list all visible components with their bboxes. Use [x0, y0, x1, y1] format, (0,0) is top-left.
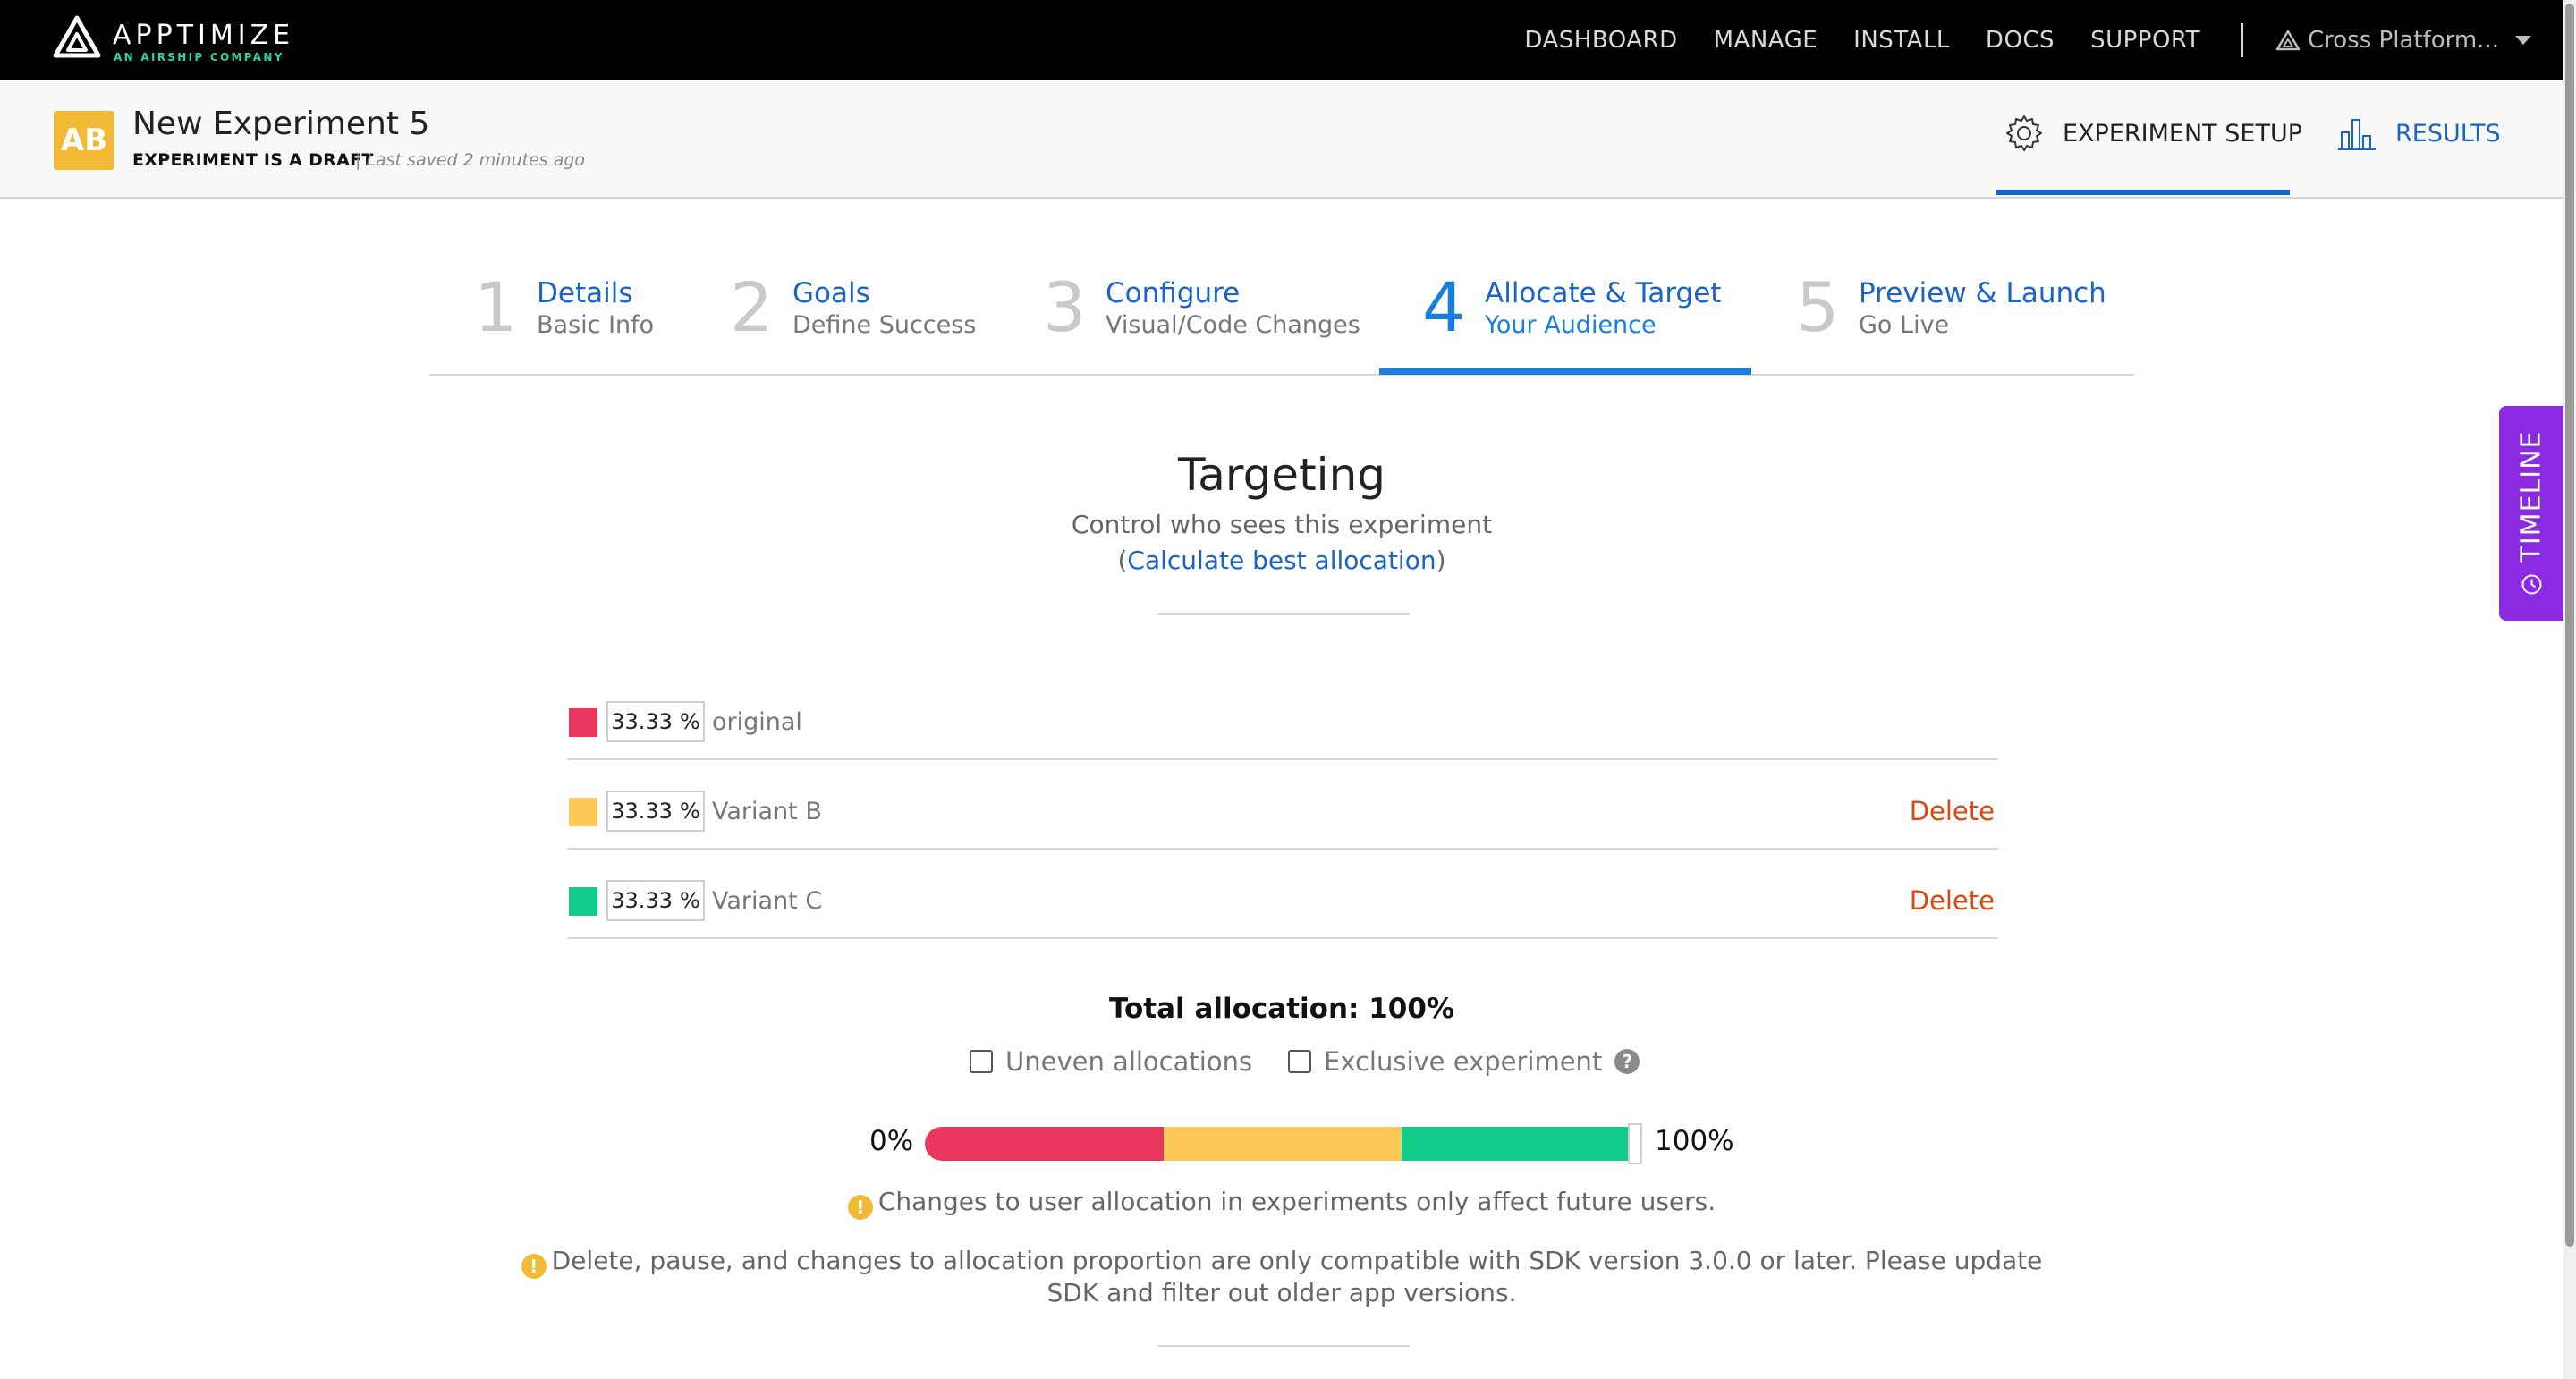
warning-text: SDK and filter out older app versions. [1046, 1278, 1517, 1307]
platform-icon [2275, 30, 2301, 51]
variant-color-swatch [569, 708, 597, 737]
experiment-status: EXPERIMENT IS A DRAFT [132, 150, 374, 170]
future-users-warning: ! Changes to user allocation in experimen… [0, 1186, 2563, 1220]
brand-tagline: AN AIRSHIP COMPANY [114, 51, 284, 63]
nav-install[interactable]: INSTALL [1853, 27, 1950, 54]
exclusive-experiment-option[interactable]: Exclusive experiment ? [1288, 1046, 1640, 1077]
chevron-down-icon [2514, 36, 2531, 45]
allocation-percent-input[interactable]: 33.33 % [606, 880, 705, 921]
allocation-bar-segment [1163, 1127, 1402, 1161]
timeline-label: TIMELINE [2515, 430, 2547, 563]
nav-links: DASHBOARD MANAGE INSTALL DOCS SUPPORT [1524, 27, 2200, 54]
exclusive-experiment-label: Exclusive experiment [1324, 1046, 1603, 1077]
paren-close: ) [1436, 546, 1446, 575]
step-title: Preview & Launch [1859, 277, 2106, 309]
step-title: Goals [792, 277, 870, 309]
warning-text: Delete, pause, and changes to allocation… [551, 1246, 2043, 1275]
step-title: Allocate & Target [1485, 277, 1722, 309]
step-subtitle: Define Success [792, 311, 977, 339]
percent-unit: % [679, 709, 700, 734]
percent-value: 33.33 [611, 709, 673, 734]
nav-manage[interactable]: MANAGE [1714, 27, 1818, 54]
step-title: Details [537, 277, 633, 309]
nav-divider [2241, 23, 2243, 57]
section-title: Targeting [1177, 449, 1385, 501]
timeline-tab[interactable]: TIMELINE [2499, 406, 2563, 621]
warning-icon: ! [847, 1195, 873, 1220]
delete-variant-button[interactable]: Delete [1910, 796, 1995, 826]
nav-dashboard[interactable]: DASHBOARD [1524, 27, 1677, 54]
step-subtitle: Visual/Code Changes [1106, 311, 1360, 339]
step-title: Configure [1106, 277, 1241, 309]
uneven-allocations-label: Uneven allocations [1005, 1046, 1253, 1077]
platform-selector[interactable]: Cross Platform... [2275, 27, 2531, 54]
delete-variant-button[interactable]: Delete [1910, 885, 1995, 916]
tab-results[interactable]: RESULTS [2336, 113, 2501, 154]
gear-icon [2006, 115, 2042, 151]
allocation-percent-input[interactable]: 33.33 % [606, 701, 705, 742]
warning-text: Changes to user allocation in experiment… [877, 1187, 1716, 1216]
step-subtitle: Basic Info [537, 311, 655, 339]
allocation-percent-input[interactable]: 33.33 % [606, 791, 705, 832]
experiment-badge: AB [54, 111, 114, 170]
variant-color-swatch [569, 887, 597, 916]
nav-support[interactable]: SUPPORT [2090, 27, 2200, 54]
scrollbar-thumb[interactable] [2565, 4, 2574, 1247]
allocation-row-variant-c: 33.33 % Variant C Delete [567, 850, 1998, 939]
wizard-steps: 1 Details Basic Info 2 Goals Define Succ… [429, 268, 2134, 376]
bar-chart-icon [2338, 119, 2376, 150]
tab-experiment-setup-label: EXPERIMENT SETUP [2063, 119, 2302, 148]
active-step-indicator [1379, 368, 1751, 375]
divider [1157, 1345, 1410, 1347]
allocation-bar-segment [1402, 1127, 1640, 1161]
allocation-row-variant-b: 33.33 % Variant B Delete [567, 760, 1998, 850]
variant-name: Variant B [712, 798, 822, 825]
experiment-title[interactable]: New Experiment 5 [132, 106, 429, 142]
warning-icon: ! [521, 1254, 547, 1279]
bar-max-label: 100% [1655, 1125, 1734, 1157]
tab-experiment-setup[interactable]: EXPERIMENT SETUP [2004, 113, 2302, 154]
apptimize-logo-icon[interactable] [52, 14, 102, 61]
sdk-warning-continued: SDK and filter out older app versions. [0, 1277, 2563, 1309]
sdk-warning: ! Delete, pause, and changes to allocatio… [0, 1245, 2563, 1279]
top-nav: APPTIMIZE AN AIRSHIP COMPANY DASHBOARD M… [0, 0, 2563, 80]
divider [1157, 613, 1410, 615]
percent-unit: % [679, 888, 700, 913]
brand-name: APPTIMIZE [113, 20, 295, 51]
calculate-allocation-line: (Calculate best allocation) [0, 546, 2563, 575]
uneven-allocations-option[interactable]: Uneven allocations [970, 1046, 1252, 1077]
step-number: 3 [1043, 267, 1087, 347]
variant-color-swatch [569, 798, 597, 826]
step-number: 2 [730, 267, 774, 347]
step-number: 4 [1422, 267, 1466, 347]
variant-name: Variant C [712, 887, 823, 915]
tab-results-label: RESULTS [2395, 119, 2501, 148]
total-allocation: Total allocation: 100% [1108, 993, 1455, 1025]
uneven-allocations-checkbox[interactable] [970, 1050, 993, 1073]
allocation-row-original: 33.33 % original [567, 671, 1998, 760]
percent-value: 33.33 [611, 799, 673, 824]
help-icon[interactable]: ? [1614, 1049, 1640, 1074]
calculate-best-allocation-link[interactable]: Calculate best allocation [1127, 546, 1436, 575]
active-tab-indicator [1996, 190, 2290, 195]
variant-name: original [712, 708, 802, 736]
step-number: 1 [474, 267, 518, 347]
paren-open: ( [1117, 546, 1128, 575]
platform-label: Cross Platform... [2308, 27, 2499, 54]
step-subtitle: Go Live [1859, 311, 1950, 339]
percent-unit: % [679, 799, 700, 824]
section-subtitle: Control who sees this experiment [1071, 510, 1493, 539]
last-saved: | Last saved 2 minutes ago [355, 150, 586, 170]
allocation-bar [925, 1127, 1640, 1161]
allocation-bar-segment [925, 1127, 1164, 1161]
percent-value: 33.33 [611, 888, 673, 913]
allocation-slider-handle[interactable] [1628, 1123, 1642, 1164]
step-subtitle: Your Audience [1485, 311, 1657, 339]
clock-icon [2521, 574, 2541, 595]
nav-docs[interactable]: DOCS [1986, 27, 2055, 54]
step-number: 5 [1796, 267, 1840, 347]
experiment-header: AB New Experiment 5 EXPERIMENT IS A DRAF… [0, 80, 2563, 199]
bar-min-label: 0% [869, 1125, 914, 1157]
exclusive-experiment-checkbox[interactable] [1288, 1050, 1311, 1073]
